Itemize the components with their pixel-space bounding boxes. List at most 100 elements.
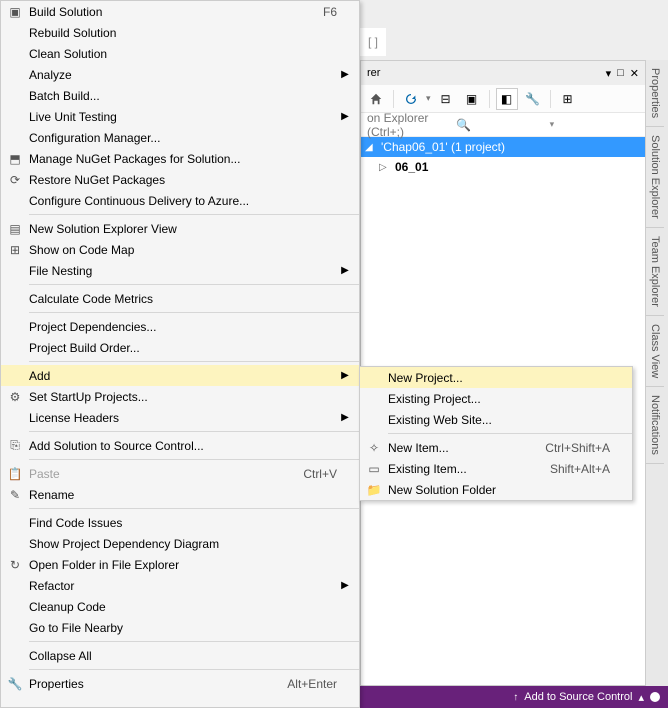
menu-item-refactor[interactable]: Refactor▶: [1, 575, 359, 596]
menu-item-build-solution[interactable]: ▣Build SolutionF6: [1, 1, 359, 22]
menu-item-open-folder-in-file-explorer[interactable]: ↻Open Folder in File Explorer: [1, 554, 359, 575]
collapse-all-icon[interactable]: ⊟: [435, 88, 457, 110]
blank-icon: [1, 106, 29, 127]
menu-item-find-code-issues[interactable]: Find Code Issues: [1, 512, 359, 533]
menu-item-label: Clean Solution: [29, 47, 337, 61]
menu-item-properties[interactable]: 🔧PropertiesAlt+Enter: [1, 673, 359, 694]
menu-separator: [29, 284, 359, 285]
maximize-icon[interactable]: □: [617, 67, 624, 80]
menu-item-cleanup-code[interactable]: Cleanup Code: [1, 596, 359, 617]
menu-item-rebuild-solution[interactable]: Rebuild Solution: [1, 22, 359, 43]
menu-item-live-unit-testing[interactable]: Live Unit Testing▶: [1, 106, 359, 127]
menu-item-manage-nuget-packages-for-solution[interactable]: ⬒Manage NuGet Packages for Solution...: [1, 148, 359, 169]
search-placeholder: on Explorer (Ctrl+;): [367, 111, 456, 139]
notification-dot-icon[interactable]: [650, 692, 660, 702]
menu-item-project-dependencies[interactable]: Project Dependencies...: [1, 316, 359, 337]
properties-icon[interactable]: ◧: [496, 88, 518, 110]
add-item-new-solution-folder[interactable]: 📁New Solution Folder: [360, 479, 632, 500]
menu-item-label: Add Solution to Source Control...: [29, 439, 337, 453]
menu-item-configuration-manager[interactable]: Configuration Manager...: [1, 127, 359, 148]
side-tab-strip: PropertiesSolution ExplorerTeam Explorer…: [646, 60, 668, 686]
menu-separator: [29, 431, 359, 432]
menu-separator: [29, 641, 359, 642]
menu-item-license-headers[interactable]: License Headers▶: [1, 407, 359, 428]
add-item-new-item[interactable]: ✧New Item...Ctrl+Shift+A: [360, 437, 632, 458]
menu-item-add[interactable]: Add▶: [1, 365, 359, 386]
menu-item-label: Batch Build...: [29, 89, 337, 103]
search-explorer-box[interactable]: on Explorer (Ctrl+;) 🔍 ▾: [361, 113, 645, 137]
blank-icon: [1, 407, 29, 428]
menu-item-restore-nuget-packages[interactable]: ⟳Restore NuGet Packages: [1, 169, 359, 190]
class-view-icon[interactable]: ⊞: [557, 88, 579, 110]
startup-icon: ⚙: [1, 386, 29, 407]
side-tab-notifications[interactable]: Notifications: [646, 387, 664, 464]
menu-item-rename[interactable]: ✎Rename: [1, 484, 359, 505]
menu-item-label: New Solution Explorer View: [29, 222, 337, 236]
expand-glyph-icon[interactable]: ▷: [379, 162, 391, 173]
side-tab-properties[interactable]: Properties: [646, 60, 664, 127]
menu-item-show-on-code-map[interactable]: ⊞Show on Code Map: [1, 239, 359, 260]
menu-item-configure-continuous-delivery-to-azure[interactable]: Configure Continuous Delivery to Azure..…: [1, 190, 359, 211]
document-tab-well: [ ]: [360, 28, 386, 56]
side-tab-solution-explorer[interactable]: Solution Explorer: [646, 127, 664, 228]
menu-item-label: Live Unit Testing: [29, 110, 337, 124]
nuget-icon: ⬒: [1, 148, 29, 169]
blank-icon: [1, 575, 29, 596]
blank-icon: [1, 43, 29, 64]
blank-icon: [1, 645, 29, 666]
refresh-icon[interactable]: [400, 88, 422, 110]
add-item-new-project[interactable]: New Project...: [360, 367, 632, 388]
chevron-up-icon[interactable]: ▴: [638, 691, 644, 704]
blank-icon: [360, 409, 388, 430]
submenu-arrow-icon: ▶: [337, 111, 353, 122]
menu-item-add-solution-to-source-control[interactable]: ⎘Add Solution to Source Control...: [1, 435, 359, 456]
menu-item-label: Existing Web Site...: [388, 413, 610, 427]
blank-icon: [1, 596, 29, 617]
project-node[interactable]: ▷ 06_01: [361, 157, 645, 177]
menu-item-label: Calculate Code Metrics: [29, 292, 337, 306]
dropdown-icon[interactable]: ▾: [606, 67, 612, 80]
close-icon[interactable]: ✕: [630, 67, 639, 80]
menu-item-calculate-code-metrics[interactable]: Calculate Code Metrics: [1, 288, 359, 309]
blank-icon: [1, 365, 29, 386]
side-tab-team-explorer[interactable]: Team Explorer: [646, 228, 664, 316]
menu-item-clean-solution[interactable]: Clean Solution: [1, 43, 359, 64]
menu-item-collapse-all[interactable]: Collapse All: [1, 645, 359, 666]
publish-icon[interactable]: ↑: [513, 692, 518, 703]
blank-icon: [1, 533, 29, 554]
wrench-icon[interactable]: 🔧: [522, 88, 544, 110]
menu-item-file-nesting[interactable]: File Nesting▶: [1, 260, 359, 281]
menu-item-paste: 📋PasteCtrl+V: [1, 463, 359, 484]
menu-item-label: Paste: [29, 467, 287, 481]
tab-bracket-icon: [ ]: [368, 35, 378, 49]
menu-item-show-project-dependency-diagram[interactable]: Show Project Dependency Diagram: [1, 533, 359, 554]
add-item-existing-item[interactable]: ▭Existing Item...Shift+Alt+A: [360, 458, 632, 479]
menu-item-label: Show Project Dependency Diagram: [29, 537, 337, 551]
menu-item-shortcut: Ctrl+Shift+A: [529, 441, 610, 455]
blank-icon: [1, 64, 29, 85]
menu-item-set-startup-projects[interactable]: ⚙Set StartUp Projects...: [1, 386, 359, 407]
solution-node[interactable]: ◢ 'Chap06_01' (1 project): [361, 137, 645, 157]
collapse-glyph-icon[interactable]: ◢: [365, 142, 377, 153]
menu-item-label: Rename: [29, 488, 337, 502]
explorer-toolbar: ▾ ⊟ ▣ ◧ 🔧 ⊞: [361, 85, 645, 113]
solution-tree[interactable]: ◢ 'Chap06_01' (1 project) ▷ 06_01: [361, 137, 645, 177]
menu-item-label: Analyze: [29, 68, 337, 82]
blank-icon: [1, 512, 29, 533]
menu-item-project-build-order[interactable]: Project Build Order...: [1, 337, 359, 358]
menu-item-label: Go to File Nearby: [29, 621, 337, 635]
show-all-files-icon[interactable]: ▣: [461, 88, 483, 110]
wrench-icon: 🔧: [1, 673, 29, 694]
menu-item-go-to-file-nearby[interactable]: Go to File Nearby: [1, 617, 359, 638]
panel-titlebar: rer ▾ □ ✕: [361, 61, 645, 85]
side-tab-class-view[interactable]: Class View: [646, 316, 664, 387]
menu-item-batch-build[interactable]: Batch Build...: [1, 85, 359, 106]
home-icon[interactable]: [365, 88, 387, 110]
add-item-existing-project[interactable]: Existing Project...: [360, 388, 632, 409]
menu-item-new-solution-explorer-view[interactable]: ▤New Solution Explorer View: [1, 218, 359, 239]
add-source-control-button[interactable]: Add to Source Control: [524, 691, 632, 703]
add-item-existing-web-site[interactable]: Existing Web Site...: [360, 409, 632, 430]
menu-item-shortcut: Alt+Enter: [271, 677, 337, 691]
menu-item-label: New Solution Folder: [388, 483, 610, 497]
menu-item-analyze[interactable]: Analyze▶: [1, 64, 359, 85]
